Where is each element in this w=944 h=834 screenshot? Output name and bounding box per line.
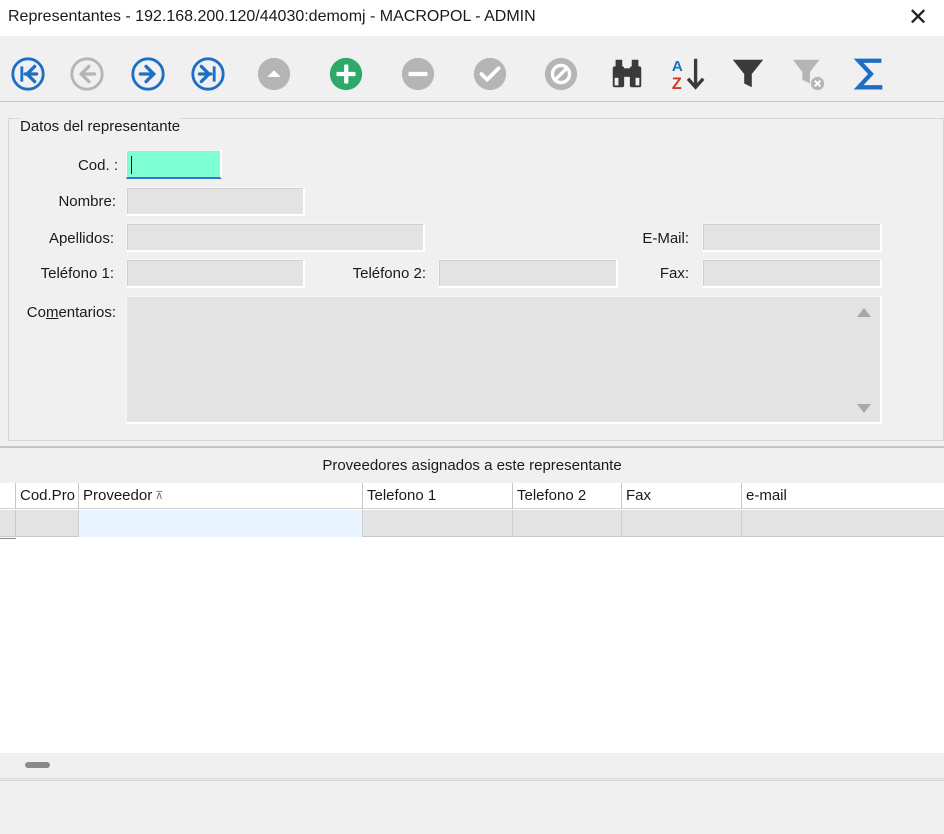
cancel-button[interactable]	[541, 54, 581, 94]
cell-fax[interactable]	[622, 510, 742, 537]
first-icon	[11, 57, 45, 91]
svg-text:A: A	[672, 58, 683, 75]
sigma-icon	[853, 58, 883, 90]
nombre-field[interactable]	[126, 187, 305, 216]
column-header-email[interactable]: e-mail	[742, 483, 944, 509]
fax-field[interactable]	[702, 259, 882, 288]
close-icon[interactable]: ✕	[906, 4, 930, 32]
providers-grid: Cod.Pro Proveedor ⊼ Telefono 1 Telefono 2…	[0, 483, 944, 753]
up-icon	[257, 57, 291, 91]
sum-button[interactable]	[850, 54, 890, 94]
telefono2-label: Teléfono 2:	[352, 265, 426, 282]
comentarios-field[interactable]	[126, 296, 882, 424]
window-title: Representantes - 192.168.200.120/44030:d…	[8, 8, 536, 25]
delete-record-button[interactable]	[398, 54, 438, 94]
nombre-label: Nombre:	[58, 193, 116, 210]
last-record-button[interactable]	[188, 54, 228, 94]
sort-button[interactable]: A Z	[668, 54, 708, 94]
previous-record-button[interactable]	[67, 54, 107, 94]
last-icon	[191, 57, 225, 91]
column-header-cod-pro[interactable]: Cod.Pro	[16, 483, 79, 509]
sort-indicator-icon: ⊼	[155, 490, 164, 503]
column-header-fax[interactable]: Fax	[622, 483, 742, 509]
status-bar	[0, 780, 944, 834]
cell-telefono2[interactable]	[513, 510, 622, 537]
column-header-telefono2[interactable]: Telefono 2	[513, 483, 622, 509]
telefono1-label: Teléfono 1:	[40, 265, 114, 282]
add-record-button[interactable]	[326, 54, 366, 94]
scroll-up-icon[interactable]	[857, 308, 871, 317]
cell-telefono1[interactable]	[363, 510, 513, 537]
email-label: E-Mail:	[642, 230, 689, 247]
table-row[interactable]	[0, 510, 944, 539]
filter-button[interactable]	[728, 54, 768, 94]
column-header-proveedor[interactable]: Proveedor ⊼	[79, 483, 363, 509]
confirm-button[interactable]	[470, 54, 510, 94]
cod-label: Cod. :	[77, 157, 118, 174]
email-field[interactable]	[702, 223, 882, 252]
minus-icon	[401, 57, 435, 91]
comentarios-scrollbar[interactable]	[852, 299, 878, 421]
comentarios-label: Comentarios:	[26, 304, 116, 321]
svg-text:Z: Z	[672, 75, 682, 93]
up-button[interactable]	[254, 54, 294, 94]
next-record-button[interactable]	[128, 54, 168, 94]
next-icon	[131, 57, 165, 91]
cell-cod-pro[interactable]	[16, 510, 79, 537]
apellidos-field[interactable]	[126, 223, 425, 252]
scrollbar-thumb[interactable]	[25, 762, 50, 768]
search-button[interactable]	[607, 54, 647, 94]
column-header-telefono1[interactable]: Telefono 1	[363, 483, 513, 509]
filter-icon	[732, 59, 764, 88]
telefono1-field[interactable]	[126, 259, 305, 288]
text-caret	[131, 156, 132, 174]
cell-email[interactable]	[742, 510, 944, 537]
cancel-icon	[544, 57, 578, 91]
plus-icon	[329, 57, 363, 91]
filter-clear-icon	[792, 59, 825, 91]
grid-caption: Proveedores asignados a este representan…	[322, 457, 622, 474]
first-record-button[interactable]	[8, 54, 48, 94]
row-header-corner	[0, 483, 16, 509]
previous-icon	[70, 57, 104, 91]
cod-field[interactable]	[126, 150, 222, 179]
representantes-window: Representantes - 192.168.200.120/44030:d…	[0, 0, 944, 834]
scroll-down-icon[interactable]	[857, 404, 871, 413]
telefono2-field[interactable]	[438, 259, 618, 288]
sort-az-icon: A Z	[672, 58, 705, 93]
binoculars-icon	[612, 59, 642, 88]
apellidos-label: Apellidos:	[48, 230, 114, 247]
clear-filter-button[interactable]	[789, 54, 829, 94]
grid-header: Cod.Pro Proveedor ⊼ Telefono 1 Telefono 2…	[0, 483, 944, 509]
title-bar: Representantes - 192.168.200.120/44030:d…	[0, 0, 944, 36]
row-indicator[interactable]	[0, 510, 16, 539]
fax-label: Fax:	[659, 265, 689, 282]
checkmark-icon	[473, 57, 507, 91]
cell-proveedor[interactable]	[79, 510, 363, 537]
toolbar: A Z	[0, 42, 944, 102]
horizontal-scrollbar[interactable]	[0, 753, 944, 779]
group-title: Datos del representante	[20, 118, 181, 135]
